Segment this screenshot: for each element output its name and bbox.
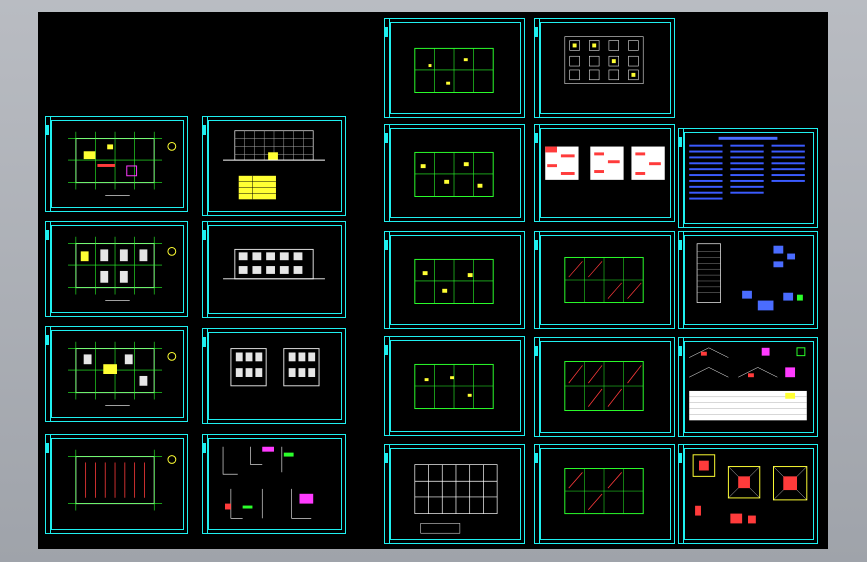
drawing-sheet-beam-plan-3[interactable] [384, 231, 525, 329]
drawing-sheet-rear-elevation[interactable] [202, 221, 346, 318]
footing-graphic [692, 454, 808, 524]
drawing-sheet-beam-plan-4[interactable] [384, 336, 525, 436]
drawing-sheet-beam-plan-2[interactable] [384, 124, 525, 222]
drawing-sheet-slab-plan-3[interactable] [534, 444, 675, 544]
detail-graphic [222, 446, 314, 519]
floor-plan-graphic [68, 341, 177, 406]
slab-plan-graphic [564, 256, 644, 304]
beam-plan-graphic [414, 151, 494, 197]
drawing-sheet-general-notes[interactable] [678, 128, 818, 228]
drawing-sheet-wall-details[interactable] [202, 434, 346, 534]
drawing-sheet-footing-details[interactable] [678, 444, 818, 544]
elevation-graphic [230, 348, 320, 387]
beam-plan-graphic [414, 47, 494, 93]
drawing-sheet-roof-plan[interactable] [45, 434, 188, 534]
slab-plan-graphic [564, 361, 644, 412]
drawing-sheet-beam-plan-1[interactable] [384, 18, 525, 118]
drawing-sheet-side-elevations[interactable] [202, 328, 346, 424]
drawing-sheet-floor-plan-3[interactable] [45, 326, 188, 422]
drawing-sheet-slab-plan-1[interactable] [534, 231, 675, 329]
drawing-sheet-front-elevation[interactable] [202, 116, 346, 216]
floor-plan-graphic [68, 236, 177, 301]
drawing-sheet-section-details[interactable] [678, 337, 818, 437]
beam-plan-graphic [414, 258, 494, 304]
notes-graphic [689, 136, 805, 200]
drawing-sheet-foundation-plan[interactable] [534, 18, 675, 118]
slab-plan-graphic [564, 468, 644, 515]
drawing-sheet-floor-plan-1[interactable] [45, 116, 188, 212]
drawing-sheet-column-grid[interactable] [384, 444, 525, 544]
foundation-graphic [564, 36, 644, 84]
section-graphic [689, 347, 807, 421]
drawing-sheet-stair-details[interactable] [678, 231, 818, 329]
elevation-graphic [223, 130, 325, 200]
stair-graphic [696, 243, 803, 311]
elevation-graphic [223, 248, 325, 280]
floor-plan-graphic [68, 131, 177, 196]
drawing-sheet-slab-plan-2[interactable] [534, 337, 675, 437]
tables-graphic [545, 146, 665, 180]
beam-plan-graphic [414, 363, 494, 410]
drawing-canvas[interactable] [38, 12, 828, 549]
drawing-sheet-floor-plan-2[interactable] [45, 221, 188, 317]
column-grid-graphic [414, 464, 498, 534]
roof-plan-graphic [67, 449, 177, 511]
drawing-sheet-schedule-tables[interactable] [534, 124, 675, 222]
